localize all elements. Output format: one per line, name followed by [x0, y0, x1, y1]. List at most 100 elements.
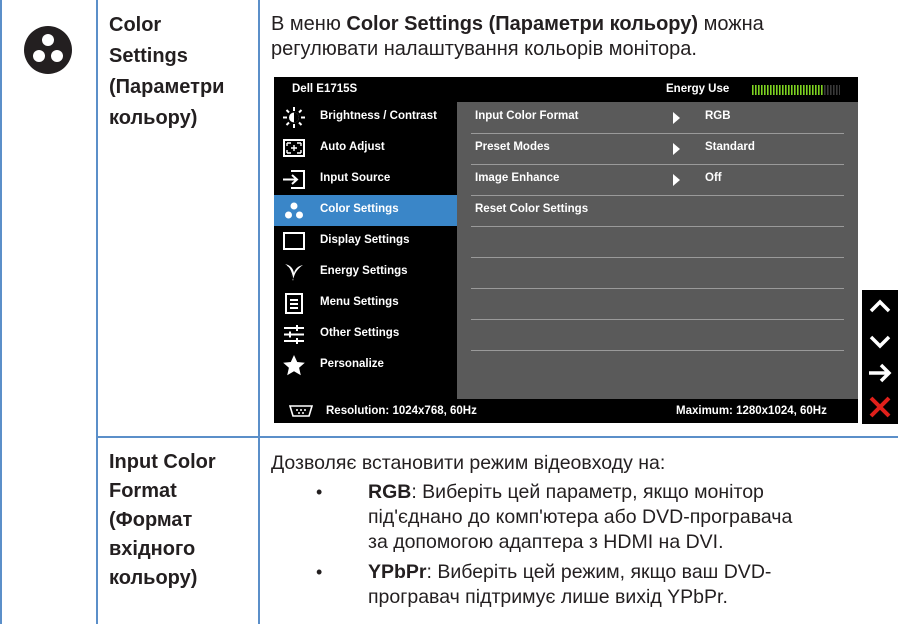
param-line: кольору): [109, 107, 198, 129]
table-border-col2: [258, 0, 260, 624]
input-color-format-intro: Дозволяє встановити режим відеовходу на:: [271, 452, 666, 474]
param-name-input-color-format: Input Color Format (Формат вхідного коль…: [109, 448, 216, 593]
option-arrow-icon: [673, 143, 680, 155]
osd-top-bar: Dell E1715S Energy Use: [274, 77, 858, 102]
right-arrow-icon[interactable]: [862, 356, 898, 390]
option-arrow-icon: [673, 112, 680, 124]
energy-bar: [812, 85, 814, 95]
table-border-col1: [96, 0, 98, 624]
osd-energy-label: Energy Use: [666, 83, 730, 95]
bullet-text: : Виберіть цей параметр, якщо монітор: [411, 481, 764, 503]
vga-connector-icon: [288, 405, 314, 417]
energy-bar: [794, 85, 796, 95]
option-value: Off: [705, 172, 722, 184]
menu-item-color-settings[interactable]: Color Settings: [274, 195, 457, 226]
menu-item-label: Brightness / Contrast: [320, 110, 437, 122]
param-line: Input Color: [109, 451, 216, 473]
color-settings-description: В меню Color Settings (Параметри кольору…: [271, 12, 764, 62]
energy-bar: [791, 85, 793, 95]
menu-item-label: Display Settings: [320, 234, 410, 246]
menu-settings-icon: [285, 293, 303, 314]
down-arrow-icon[interactable]: [862, 324, 898, 358]
menu-item-auto-adjust[interactable]: Auto Adjust: [274, 133, 457, 164]
option-separator: [471, 288, 844, 289]
bullet: •: [316, 482, 323, 502]
option-value: RGB: [705, 110, 731, 122]
option-image-enhance[interactable]: Image Enhance Off: [457, 164, 858, 195]
desc-bold-text: Color Settings (Параметри кольору): [346, 13, 699, 35]
energy-bar: [752, 85, 754, 95]
color-settings-icon: [285, 202, 303, 219]
energy-bar: [818, 85, 820, 95]
option-label: Image Enhance: [475, 172, 560, 184]
menu-item-menu-settings[interactable]: Menu Settings: [274, 288, 457, 319]
energy-bar: [797, 85, 799, 95]
option-label: Reset Color Settings: [475, 203, 589, 215]
param-name-color-settings: Color Settings (Параметри кольору): [109, 10, 224, 134]
option-arrow-icon: [673, 174, 680, 186]
up-arrow-icon[interactable]: [862, 290, 898, 324]
close-icon[interactable]: [862, 390, 898, 424]
bullet-bold-term: YPbPr: [368, 561, 427, 583]
option-separator: [471, 319, 844, 320]
menu-item-label: Auto Adjust: [320, 141, 385, 153]
osd-menu-screenshot: Dell E1715S Energy Use Brightness / Cont…: [274, 77, 858, 423]
option-reset-color-settings[interactable]: Reset Color Settings: [457, 195, 858, 226]
color-settings-circle-icon: [24, 26, 72, 74]
energy-bar: [761, 85, 763, 95]
energy-bar: [776, 85, 778, 95]
menu-item-display-settings[interactable]: Display Settings: [274, 226, 457, 257]
energy-bar: [773, 85, 775, 95]
menu-item-personalize[interactable]: Personalize: [274, 350, 457, 381]
energy-settings-icon: [285, 264, 303, 281]
menu-item-energy-settings[interactable]: Energy Settings: [274, 257, 457, 288]
menu-item-brightness-contrast[interactable]: Brightness / Contrast: [274, 102, 457, 133]
energy-bar: [770, 85, 772, 95]
energy-bar: [755, 85, 757, 95]
option-separator: [471, 226, 844, 227]
desc-text: можна: [698, 13, 764, 35]
table-border-left: [0, 0, 2, 624]
energy-bar: [788, 85, 790, 95]
energy-bar: [824, 85, 826, 95]
energy-bar: [809, 85, 811, 95]
bullet-text: під'єднано до комп'ютера або DVD-програв…: [368, 506, 793, 528]
energy-bar: [833, 85, 835, 95]
param-line: кольору): [109, 567, 198, 589]
param-line: (Формат: [109, 509, 193, 531]
option-label: Preset Modes: [475, 141, 550, 153]
option-label: Input Color Format: [475, 110, 579, 122]
energy-bar: [815, 85, 817, 95]
energy-bar: [779, 85, 781, 95]
option-separator: [471, 350, 844, 351]
bullet-rgb: RGB: Виберіть цей параметр, якщо монітор…: [368, 480, 792, 555]
desc-text: регулювати налаштування кольорів монітор…: [271, 38, 697, 60]
energy-bar: [785, 85, 787, 95]
energy-bar: [782, 85, 784, 95]
energy-bar: [803, 85, 805, 95]
energy-bar: [827, 85, 829, 95]
input-source-icon: [283, 170, 305, 189]
auto-adjust-icon: [283, 139, 305, 157]
menu-item-label: Input Source: [320, 172, 391, 184]
bullet-text: за допомогою адаптера з HDMI на DVI.: [368, 531, 724, 553]
option-preset-modes[interactable]: Preset Modes Standard: [457, 133, 858, 164]
osd-main-menu: Brightness / Contrast Auto Adjust Input …: [274, 102, 457, 399]
menu-item-other-settings[interactable]: Other Settings: [274, 319, 457, 350]
bullet-text: : Виберіть цей режим, якщо ваш DVD-: [426, 561, 772, 583]
param-line: Color: [109, 14, 162, 36]
desc-text: В меню: [271, 13, 347, 35]
energy-bar: [767, 85, 769, 95]
osd-model: Dell E1715S: [292, 83, 358, 95]
bullet-ypbpr: YPbPr: Виберіть цей режим, якщо ваш DVD-…: [368, 560, 771, 610]
energy-bar: [821, 85, 823, 95]
menu-item-label: Energy Settings: [320, 265, 408, 277]
option-input-color-format[interactable]: Input Color Format RGB: [457, 102, 858, 133]
menu-item-label: Menu Settings: [320, 296, 399, 308]
energy-meter: [752, 85, 840, 95]
menu-item-input-source[interactable]: Input Source: [274, 164, 457, 195]
table-row-divider: [96, 436, 898, 438]
bullet-bold-term: RGB: [368, 481, 412, 503]
energy-bar: [830, 85, 832, 95]
energy-bar: [758, 85, 760, 95]
